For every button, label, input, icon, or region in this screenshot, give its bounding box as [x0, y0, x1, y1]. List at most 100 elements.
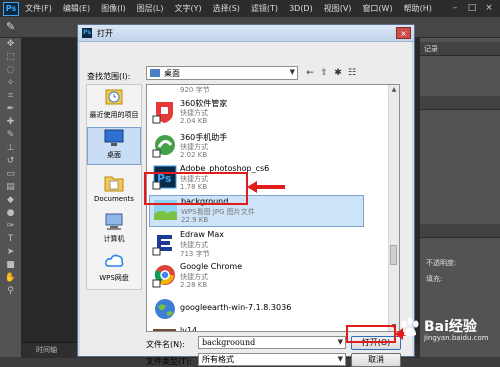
- history-brush-tool-icon[interactable]: ↺: [0, 155, 21, 168]
- history-panel-tab[interactable]: 记录: [420, 42, 500, 56]
- new-folder-icon[interactable]: ✱: [332, 67, 344, 79]
- opacity-label: 不透明度:: [426, 259, 457, 267]
- layers-panel-tab[interactable]: [420, 224, 500, 238]
- menu-help[interactable]: 帮助(H): [404, 3, 432, 14]
- place-label: Documents: [94, 195, 134, 203]
- filetype-label: 文件类型(T):: [146, 357, 192, 366]
- lookin-dropdown[interactable]: 桌面 ▼: [146, 66, 298, 80]
- earth-icon: [155, 299, 175, 319]
- watermark-url: jingyan.baidu.com: [424, 334, 489, 342]
- type-tool-icon[interactable]: T: [0, 233, 21, 246]
- eraser-tool-icon[interactable]: ▭: [0, 168, 21, 181]
- window-controls: – □ ×: [445, 2, 496, 14]
- menu-type[interactable]: 文字(Y): [174, 3, 201, 14]
- menu-window[interactable]: 窗口(W): [362, 3, 392, 14]
- menu-image[interactable]: 图像(I): [101, 3, 126, 14]
- menu-edit[interactable]: 编辑(E): [63, 3, 90, 14]
- file-highlight-box: [144, 172, 248, 205]
- lookin-label: 查找范围(I):: [87, 72, 131, 81]
- dialog-close-button[interactable]: ×: [396, 27, 411, 39]
- eyedropper-tool-icon[interactable]: ✒: [0, 103, 21, 116]
- places-bar: 最近使用的项目 桌面 Documents 计算机 WPS网盘: [86, 84, 142, 290]
- scroll-up-icon[interactable]: ▲: [389, 85, 399, 94]
- photoshop-menubar: Ps 文件(F) 编辑(E) 图像(I) 图层(L) 文字(Y) 选择(S) 滤…: [0, 0, 500, 18]
- place-computer[interactable]: 计算机: [87, 212, 141, 244]
- list-item[interactable]: Google Chrome 快捷方式 2.28 KB: [149, 261, 374, 293]
- file-list: 920 字节 360软件管家 快捷方式 2.04 KB 360手机助手 快捷方式…: [146, 84, 400, 332]
- menu-select[interactable]: 选择(S): [213, 3, 240, 14]
- list-item[interactable]: 920 字节: [149, 85, 374, 97]
- dialog-title: 打开: [97, 29, 113, 38]
- cloud-icon: [105, 254, 124, 267]
- hand-tool-icon[interactable]: ✋: [0, 272, 21, 285]
- recent-icon: [105, 89, 123, 105]
- place-documents[interactable]: Documents: [87, 173, 141, 203]
- computer-icon: [105, 213, 123, 230]
- place-label: 桌面: [107, 151, 121, 159]
- list-item[interactable]: 360手机助手 快捷方式 2.02 KB: [149, 131, 374, 163]
- filename-input[interactable]: backgroound ▼: [198, 336, 346, 349]
- list-item[interactable]: lv14 WPS看图 JPG 图片文件: [149, 325, 374, 331]
- place-wps-cloud[interactable]: WPS网盘: [87, 251, 141, 283]
- pen-tool-icon[interactable]: ✑: [0, 220, 21, 233]
- crop-tool-icon[interactable]: ⌗: [0, 90, 21, 103]
- panel-tab[interactable]: [420, 96, 500, 110]
- quick-select-tool-icon[interactable]: ✧: [0, 77, 21, 90]
- back-icon[interactable]: ←: [304, 67, 316, 79]
- dialog-titlebar: Ps 打开 ×: [78, 25, 414, 42]
- minimize-button[interactable]: –: [448, 2, 462, 14]
- list-item[interactable]: googleearth-win-7.1.8.3036: [149, 295, 374, 327]
- place-label: 计算机: [103, 235, 125, 243]
- tools-panel: ✥ ⬚ ◌ ✧ ⌗ ✒ ✚ ✎ ⊥ ↺ ▭ ▤ ◆ ● ✑ T ➤ ■ ✋ ⚲: [0, 38, 22, 357]
- view-menu-icon[interactable]: ☷: [346, 67, 358, 79]
- stamp-tool-icon[interactable]: ⊥: [0, 142, 21, 155]
- menu-file[interactable]: 文件(F): [25, 3, 52, 14]
- list-item[interactable]: 360软件管家 快捷方式 2.04 KB: [149, 97, 374, 129]
- filename-label: 文件名(N):: [146, 340, 185, 349]
- menu-3d[interactable]: 3D(D): [289, 4, 313, 13]
- lasso-tool-icon[interactable]: ◌: [0, 64, 21, 77]
- paw-icon: [401, 317, 419, 337]
- scroll-thumb[interactable]: [390, 245, 397, 265]
- lookin-value: 桌面: [164, 69, 180, 78]
- desktop-folder-icon: [150, 69, 160, 77]
- timeline-label: 时间轴: [36, 346, 57, 354]
- shortcut-icon: [152, 85, 177, 92]
- file-list-scrollbar[interactable]: ▲ ▼: [388, 85, 399, 331]
- place-label: WPS网盘: [99, 274, 129, 282]
- close-window-button[interactable]: ×: [482, 2, 496, 14]
- photoshop-icon: Ps: [82, 28, 92, 38]
- desktop-icon: [104, 129, 124, 146]
- up-folder-icon[interactable]: ⇧: [318, 67, 330, 79]
- watermark-brand: Bai经验: [424, 319, 477, 335]
- healing-tool-icon[interactable]: ✚: [0, 116, 21, 129]
- shape-tool-icon[interactable]: ■: [0, 259, 21, 272]
- path-select-tool-icon[interactable]: ➤: [0, 246, 21, 259]
- photoshop-logo: Ps: [3, 2, 19, 16]
- chrome-icon: [152, 265, 175, 288]
- image-thumbnail-icon: [153, 329, 176, 331]
- menu-layer[interactable]: 图层(L): [137, 3, 164, 14]
- blur-tool-icon[interactable]: ◆: [0, 194, 21, 207]
- menu-filter[interactable]: 滤镜(T): [251, 3, 278, 14]
- list-item[interactable]: Edraw Max 快捷方式 713 字节: [149, 229, 374, 261]
- brush-icon[interactable]: ✎: [6, 20, 20, 34]
- marquee-tool-icon[interactable]: ⬚: [0, 51, 21, 64]
- cancel-button[interactable]: 取消: [351, 353, 401, 367]
- place-desktop[interactable]: 桌面: [87, 127, 141, 165]
- move-tool-icon[interactable]: ✥: [0, 38, 21, 51]
- menu-view[interactable]: 视图(V): [324, 3, 352, 14]
- dodge-tool-icon[interactable]: ●: [0, 207, 21, 220]
- filetype-select[interactable]: 所有格式 ▼: [198, 353, 346, 366]
- baidu-jingyan-watermark: Bai经验 jingyan.baidu.com: [398, 314, 498, 352]
- chevron-down-icon[interactable]: ▼: [338, 337, 343, 348]
- zoom-tool-icon[interactable]: ⚲: [0, 285, 21, 298]
- gradient-tool-icon[interactable]: ▤: [0, 181, 21, 194]
- documents-icon: [104, 176, 124, 192]
- maximize-button[interactable]: □: [465, 2, 479, 14]
- fill-label: 填充:: [426, 275, 443, 283]
- place-recent[interactable]: 最近使用的项目: [87, 88, 141, 120]
- brush-tool-icon[interactable]: ✎: [0, 129, 21, 142]
- photoshop-menu: 文件(F) 编辑(E) 图像(I) 图层(L) 文字(Y) 选择(S) 滤镜(T…: [25, 0, 443, 17]
- filetype-value: 所有格式: [202, 355, 234, 364]
